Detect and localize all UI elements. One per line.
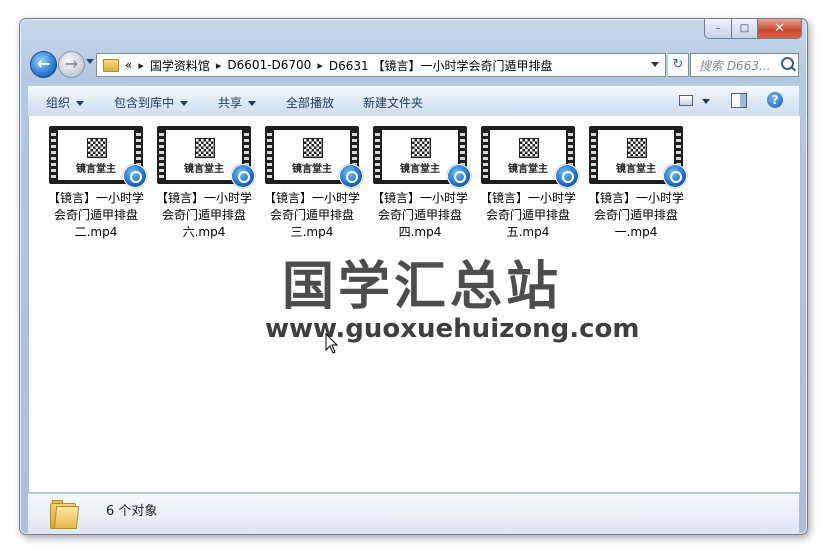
qr-code-icon bbox=[411, 138, 431, 158]
video-thumbnail: 镜言堂主 bbox=[481, 126, 579, 188]
breadcrumb-item-current[interactable]: D6631 【镜言】一小时学会奇门遁甲排盘 bbox=[329, 57, 553, 74]
forward-button[interactable]: → bbox=[58, 51, 85, 78]
breadcrumb-item-library[interactable]: 国学资料馆 bbox=[150, 57, 210, 74]
back-button[interactable]: ← bbox=[30, 51, 57, 78]
qr-code-icon bbox=[303, 138, 323, 158]
video-thumbnail: 镜言堂主 bbox=[265, 126, 363, 188]
forward-arrow-icon: → bbox=[64, 54, 79, 73]
details-pane: 6 个对象 bbox=[28, 493, 799, 534]
media-player-icon bbox=[123, 164, 147, 188]
film-strip bbox=[267, 130, 272, 180]
organize-menu[interactable]: 组织 bbox=[46, 94, 85, 111]
maximize-button[interactable]: □ bbox=[732, 19, 758, 39]
video-thumbnail: 镜言堂主 bbox=[589, 126, 687, 188]
explorer-window: – □ ✕ ← → « ▸ 国学资料馆 ▸ D6601-D6700 ▸ D663… bbox=[19, 18, 808, 535]
folder-icon bbox=[103, 58, 119, 72]
media-player-icon bbox=[231, 164, 255, 188]
file-item[interactable]: 镜言堂主 【镜言】一小时学会奇门遁甲排盘三.mp4 bbox=[262, 126, 363, 241]
film-strip bbox=[483, 130, 488, 180]
mouse-cursor-icon bbox=[325, 333, 339, 354]
search-icon[interactable] bbox=[781, 57, 794, 70]
media-player-icon bbox=[339, 164, 363, 188]
film-strip bbox=[159, 130, 164, 180]
watermark-url: www.guoxuehuizong.com bbox=[265, 314, 640, 344]
file-item[interactable]: 镜言堂主 【镜言】一小时学会奇门遁甲排盘一.mp4 bbox=[586, 126, 687, 241]
caption-buttons: – □ ✕ bbox=[704, 19, 802, 39]
view-options-icon[interactable] bbox=[679, 95, 693, 106]
media-player-icon bbox=[447, 164, 471, 188]
film-strip bbox=[591, 130, 596, 180]
file-name: 【镜言】一小时学会奇门遁甲排盘四.mp4 bbox=[371, 191, 468, 239]
file-name: 【镜言】一小时学会奇门遁甲排盘三.mp4 bbox=[263, 191, 360, 239]
help-icon[interactable]: ? bbox=[767, 92, 783, 108]
film-strip bbox=[51, 130, 56, 180]
media-player-icon bbox=[555, 164, 579, 188]
navigation-bar: ← → « ▸ 国学资料馆 ▸ D6601-D6700 ▸ D6631 【镜言】… bbox=[28, 49, 799, 79]
item-count: 6 个对象 bbox=[106, 504, 158, 519]
file-name: 【镜言】一小时学会奇门遁甲排盘六.mp4 bbox=[155, 191, 252, 239]
address-dropdown-icon[interactable] bbox=[651, 62, 659, 67]
breadcrumb-item-range[interactable]: D6601-D6700 bbox=[227, 58, 311, 72]
media-player-icon bbox=[663, 164, 687, 188]
qr-code-icon bbox=[627, 138, 647, 158]
play-all-button[interactable]: 全部播放 bbox=[286, 94, 334, 111]
new-folder-button[interactable]: 新建文件夹 bbox=[363, 94, 423, 111]
file-name: 【镜言】一小时学会奇门遁甲排盘五.mp4 bbox=[479, 191, 576, 239]
breadcrumb-separator-icon[interactable]: ▸ bbox=[216, 59, 222, 72]
watermark-title: 国学汇总站 bbox=[282, 257, 563, 317]
folder-icon bbox=[50, 500, 80, 529]
video-thumbnail: 镜言堂主 bbox=[157, 126, 255, 188]
share-label: 共享 bbox=[218, 96, 243, 110]
chevron-down-icon bbox=[248, 101, 257, 106]
file-item[interactable]: 镜言堂主 【镜言】一小时学会奇门遁甲排盘五.mp4 bbox=[478, 126, 579, 241]
file-name: 【镜言】一小时学会奇门遁甲排盘一.mp4 bbox=[587, 191, 684, 239]
search-placeholder: 搜索 D663... bbox=[699, 58, 771, 73]
recent-pages-dropdown[interactable] bbox=[86, 59, 94, 64]
close-button[interactable]: ✕ bbox=[758, 19, 802, 39]
qr-code-icon bbox=[519, 138, 539, 158]
preview-pane-icon[interactable] bbox=[731, 93, 747, 108]
breadcrumb-separator-icon[interactable]: ▸ bbox=[317, 59, 323, 72]
breadcrumb-overflow[interactable]: « bbox=[125, 58, 132, 72]
qr-code-icon bbox=[195, 138, 215, 158]
search-input[interactable]: 搜索 D663... bbox=[690, 53, 799, 77]
back-arrow-icon: ← bbox=[36, 54, 51, 73]
minimize-button[interactable]: – bbox=[704, 19, 732, 39]
file-item[interactable]: 镜言堂主 【镜言】一小时学会奇门遁甲排盘二.mp4 bbox=[46, 126, 147, 241]
qr-code-icon bbox=[87, 138, 107, 158]
chevron-down-icon bbox=[180, 101, 189, 106]
video-thumbnail: 镜言堂主 bbox=[373, 126, 471, 188]
include-in-library-label: 包含到库中 bbox=[114, 96, 175, 110]
file-item[interactable]: 镜言堂主 【镜言】一小时学会奇门遁甲排盘六.mp4 bbox=[154, 126, 255, 241]
chevron-down-icon bbox=[76, 101, 85, 106]
file-name: 【镜言】一小时学会奇门遁甲排盘二.mp4 bbox=[47, 191, 144, 239]
view-options-dropdown-icon[interactable] bbox=[702, 99, 710, 104]
file-list: 镜言堂主 【镜言】一小时学会奇门遁甲排盘二.mp4 镜言堂主 【镜言】一小时学会… bbox=[28, 116, 801, 492]
refresh-button[interactable]: ↻ bbox=[668, 53, 689, 77]
breadcrumb-separator-icon[interactable]: ▸ bbox=[138, 59, 144, 72]
organize-label: 组织 bbox=[46, 96, 71, 110]
film-strip bbox=[375, 130, 380, 180]
video-thumbnail: 镜言堂主 bbox=[49, 126, 147, 188]
file-item[interactable]: 镜言堂主 【镜言】一小时学会奇门遁甲排盘四.mp4 bbox=[370, 126, 471, 241]
share-menu[interactable]: 共享 bbox=[218, 94, 257, 111]
command-bar: 组织 包含到库中 共享 全部播放 新建文件夹 ? bbox=[28, 85, 799, 117]
address-bar[interactable]: « ▸ 国学资料馆 ▸ D6601-D6700 ▸ D6631 【镜言】一小时学… bbox=[96, 53, 666, 77]
include-in-library-menu[interactable]: 包含到库中 bbox=[114, 94, 189, 111]
